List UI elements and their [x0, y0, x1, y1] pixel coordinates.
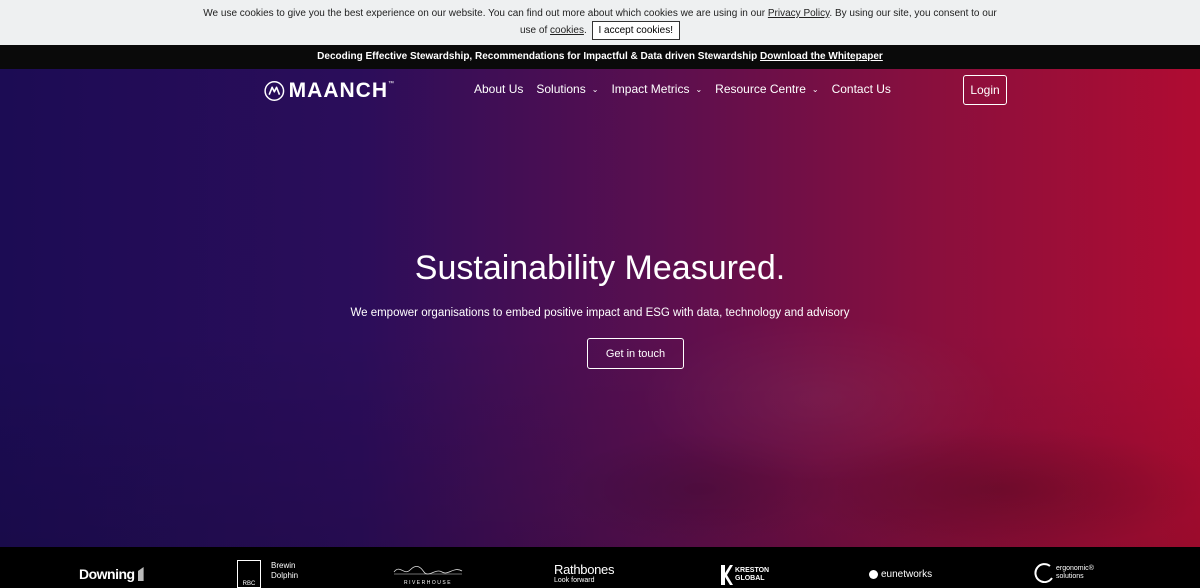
kreston-k-icon — [721, 565, 733, 585]
rbc-shield-icon: RBC — [237, 560, 261, 588]
chevron-down-icon: ⌄ — [695, 84, 703, 94]
cookie-text: We use cookies to give you the best expe… — [203, 8, 766, 19]
announcement-text: Decoding Effective Stewardship, Recommen… — [317, 51, 758, 62]
rbc-brewin-dolphin-logo: RBC Brewin Dolphin — [237, 560, 298, 588]
ergonomic-solutions-text: ergonomic® solutions — [1056, 565, 1094, 581]
nav-contact-us[interactable]: Contact Us — [832, 82, 891, 96]
eunetworks-text: eunetworks — [881, 569, 933, 580]
chevron-down-icon: ⌄ — [591, 84, 599, 94]
nav-impact-metrics[interactable]: Impact Metrics ⌄ — [611, 82, 702, 96]
announcement-bar: Decoding Effective Stewardship, Recommen… — [0, 45, 1200, 69]
kreston-text: KRESTON GLOBAL — [735, 567, 769, 583]
cookie-text-line-1: We use cookies to give you the best expe… — [0, 8, 1200, 19]
nav-resource-centre[interactable]: Resource Centre ⌄ — [715, 82, 818, 96]
cookie-period: . — [583, 25, 587, 36]
hero-subtitle: We empower organisations to embed positi… — [350, 307, 850, 319]
cookie-consent-bar: We use cookies to give you the best expe… — [0, 0, 1200, 45]
nav-about-us-label: About Us — [474, 82, 524, 96]
riverhouse-script-icon — [393, 566, 463, 575]
kreston-line-1: KRESTON — [735, 567, 770, 574]
nav-resource-centre-label: Resource Centre — [715, 82, 806, 96]
nav-contact-us-label: Contact Us — [831, 82, 891, 96]
rathbones-tagline: Look forward — [554, 577, 595, 584]
nav-solutions[interactable]: Solutions ⌄ — [536, 82, 598, 96]
kreston-line-2: GLOBAL — [735, 575, 765, 582]
cookie-text-middle-b: use of — [520, 25, 548, 36]
accept-cookies-button[interactable]: I accept cookies! — [591, 21, 680, 40]
kreston-global-logo: KRESTON GLOBAL — [719, 564, 769, 586]
ergonomic-solutions-logo: ergonomic® solutions — [1032, 563, 1094, 583]
nav-about-us[interactable]: About Us — [474, 82, 523, 96]
rbc-shield-text: RBC — [242, 581, 256, 587]
ergonomic-text: ergonomic — [1056, 565, 1089, 572]
cookies-link[interactable]: cookies — [550, 25, 584, 36]
cookie-text-middle-a: . By using our site, you consent to our — [829, 8, 997, 19]
login-button[interactable]: Login — [963, 75, 1007, 105]
riverhouse-logo: RIVERHOUSE — [392, 562, 464, 586]
brewin-text: Brewin — [271, 561, 296, 570]
chevron-down-icon: ⌄ — [811, 84, 819, 94]
main-nav: About Us Solutions ⌄ Impact Metrics ⌄ Re… — [474, 82, 904, 96]
eunetworks-dot-icon — [869, 570, 878, 579]
downing-logo: Downing — [79, 566, 144, 582]
logo-trademark: ™ — [388, 81, 394, 87]
hero-title: Sustainability Measured. — [414, 249, 786, 287]
solutions-text: solutions — [1056, 573, 1084, 580]
get-in-touch-button[interactable]: Get in touch — [587, 338, 684, 369]
rathbones-text: Rathbones — [554, 562, 615, 577]
nav-solutions-label: Solutions — [536, 82, 586, 96]
privacy-policy-link[interactable]: Privacy Policy — [768, 8, 830, 19]
download-whitepaper-link[interactable]: Download the Whitepaper — [760, 51, 883, 62]
dolphin-text: Dolphin — [271, 571, 299, 580]
cookie-text-line-2: use of cookies. I accept cookies! — [0, 21, 1200, 40]
maanch-logo[interactable]: MAANCH ™ — [264, 77, 394, 105]
brewin-dolphin-text: Brewin Dolphin — [271, 561, 298, 581]
eunetworks-logo: eunetworks — [869, 569, 932, 580]
rathbones-logo: Rathbones Look forward — [554, 562, 614, 584]
partner-logos-strip: Downing RBC Brewin Dolphin RIVERHOUSE Ra… — [0, 547, 1200, 588]
riverhouse-text: RIVERHOUSE — [403, 580, 453, 586]
logo-text: MAANCH — [288, 79, 388, 102]
downing-logo-text: Downing — [79, 566, 135, 582]
downing-mark-icon — [137, 567, 144, 581]
hero-section: MAANCH ™ About Us Solutions ⌄ Impact Met… — [0, 69, 1200, 547]
ergonomic-tm: ® — [1088, 565, 1094, 572]
ergonomic-swoosh-icon — [1034, 563, 1053, 583]
nav-impact-metrics-label: Impact Metrics — [611, 82, 690, 96]
maanch-logo-icon — [264, 81, 285, 101]
